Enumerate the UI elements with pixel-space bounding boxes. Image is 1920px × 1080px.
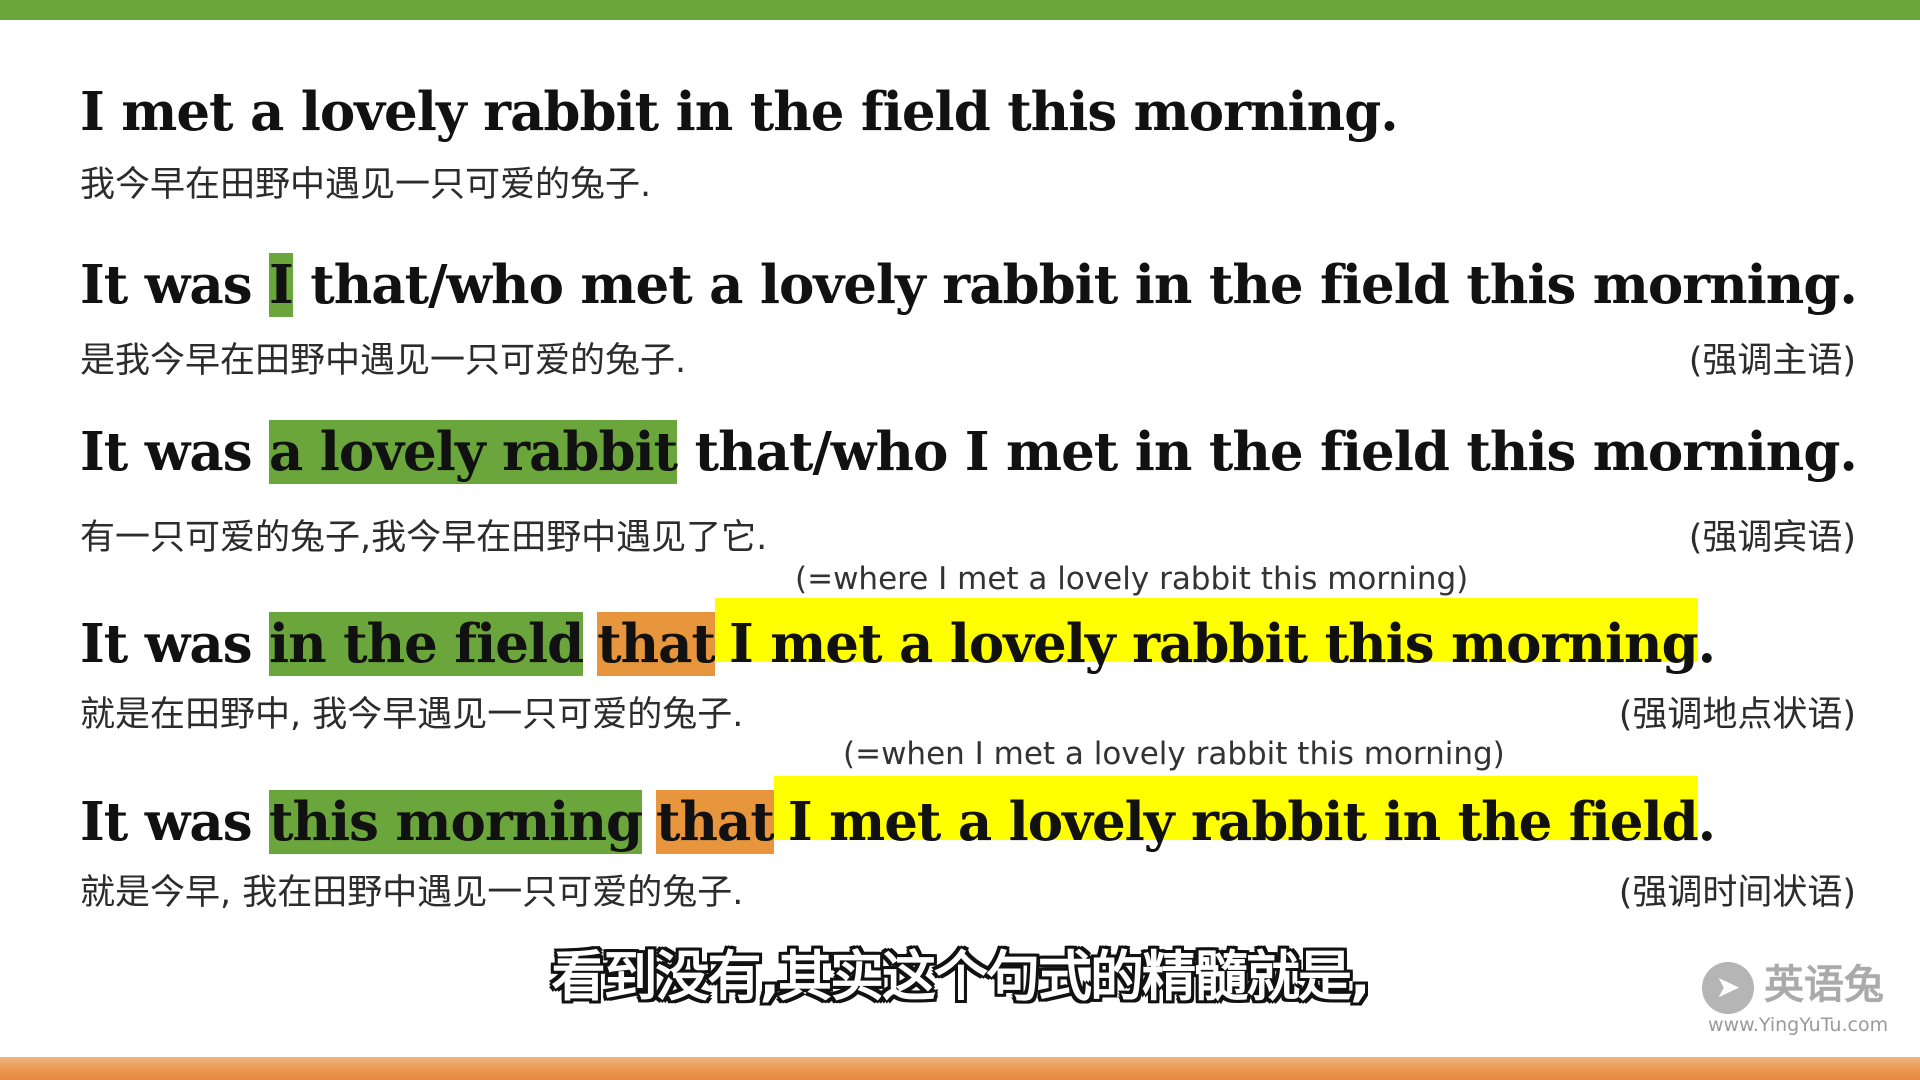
yingyutu-logo: ➤ 英语兔 www.YingYuTu.com	[1700, 958, 1910, 1038]
sentence-1-chinese: 我今早在田野中遇见一只可爱的兔子.	[80, 165, 652, 205]
sentence-5-lead: It was	[80, 791, 269, 853]
sentence-5-focus-highlight: this morning	[268, 790, 643, 854]
video-subtitle: 看到没有,其实这个句式的精髓就是,	[551, 945, 1370, 1008]
top-accent-bar	[0, 0, 1920, 20]
sentence-5-end: .	[1697, 791, 1716, 853]
bottom-accent-bar	[0, 1057, 1920, 1080]
sentence-4-lead: It was	[80, 613, 269, 675]
sentence-2-chinese: 是我今早在田野中遇见一只可爱的兔子.	[80, 341, 687, 381]
sentence-3-focus-highlight: a lovely rabbit	[268, 420, 678, 484]
rabbit-logo-icon: ➤	[1702, 962, 1754, 1014]
sentence-5-chinese: 就是今早, 我在田野中遇见一只可爱的兔子.	[80, 873, 744, 913]
sentence-5-that-highlight: that	[656, 790, 775, 854]
sentence-2-tag: (强调主语)	[1688, 341, 1856, 381]
sentence-2-focus-highlight: I	[268, 253, 294, 317]
sentence-2-rest: that/who met a lovely rabbit in the fiel…	[292, 254, 1858, 316]
sentence-4-end: .	[1697, 613, 1716, 675]
sentence-4-clause-highlight: I met a lovely rabbit this morning	[714, 598, 1699, 675]
sentence-4-chinese: 就是在田野中, 我今早遇见一只可爱的兔子.	[80, 695, 744, 735]
sentence-3-lead: It was	[80, 421, 269, 483]
sentence-5-clause-highlight: I met a lovely rabbit in the field	[773, 776, 1699, 853]
sentence-3-tag: (强调宾语)	[1688, 518, 1856, 558]
sentence-4-clause-text: I met a lovely rabbit this morning	[728, 613, 1699, 675]
sentence-4-english: It was in the field that I met a lovely ra…	[80, 598, 1716, 676]
sentence-4-tag: (强调地点状语)	[1618, 695, 1856, 735]
sentence-5-tag: (强调时间状语)	[1618, 873, 1856, 913]
sentence-5-clause-text: I met a lovely rabbit in the field	[787, 791, 1699, 853]
sentence-3-english: It was a lovely rabbit that/who I met in…	[80, 420, 1858, 484]
sentence-5-note: (=when I met a lovely rabbit this mornin…	[843, 736, 1505, 772]
sentence-3-chinese: 有一只可爱的兔子,我今早在田野中遇见了它.	[80, 518, 768, 558]
sentence-1-english: I met a lovely rabbit in the field this …	[80, 81, 1399, 143]
sentence-3-rest: that/who I met in the field this morning…	[677, 421, 1858, 483]
sentence-4-focus-highlight: in the field	[268, 612, 584, 676]
sentence-2-english: It was I that/who met a lovely rabbit in…	[80, 253, 1858, 317]
sentence-2-lead: It was	[80, 254, 269, 316]
sentence-4-note: (=where I met a lovely rabbit this morni…	[795, 561, 1469, 597]
sentence-4-that-highlight: that	[597, 612, 716, 676]
logo-url: www.YingYuTu.com	[1708, 1014, 1889, 1036]
sentence-5-english: It was this morning that I met a lovely ra…	[80, 776, 1716, 854]
logo-name: 英语兔	[1764, 961, 1884, 1008]
